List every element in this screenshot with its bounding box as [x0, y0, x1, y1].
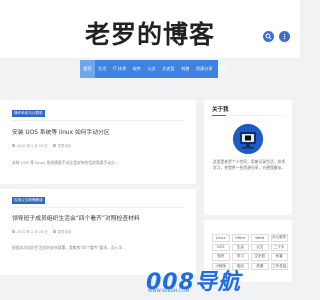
search-button[interactable] [263, 31, 274, 42]
post-meta: 2020 年 2 月 23 日 发表评论 [12, 143, 71, 148]
divider [12, 120, 184, 121]
comment-icon [52, 144, 56, 147]
post-comments-link[interactable]: 发表评论 [58, 143, 72, 148]
tag-item[interactable]: 二十大 [270, 243, 288, 251]
menu-icon [283, 33, 286, 40]
avatar[interactable] [233, 124, 263, 154]
post-comments-link[interactable]: 发表评论 [58, 229, 72, 234]
avatar-image [233, 124, 263, 154]
about-title: 关于我 [212, 107, 229, 113]
main-nav: 首页 生活 IT 技术 软件 公文 文史哲 科普 资源分享 留言 [80, 60, 227, 78]
tag-item[interactable]: 公文 [251, 243, 269, 251]
search-icon [265, 33, 272, 40]
watermark: 008导航 WWW.008DH.COM [146, 264, 296, 296]
post-card: 操作系统与计算机 安装 UOS 系统等 linux 如何手动分区 2020 年 … [0, 100, 196, 184]
tag-item[interactable]: 学习 [231, 253, 249, 261]
tag-item[interactable]: 知识 [212, 253, 230, 261]
post-title[interactable]: 安装 UOS 系统等 linux 如何手动分区 [12, 127, 110, 136]
nav-item-it[interactable]: IT 技术 [110, 60, 130, 78]
tag-item[interactable]: 办公软件 [270, 234, 288, 242]
divider-accent [212, 115, 226, 116]
site-header: 老罗的博客 [0, 0, 300, 58]
post-title[interactable]: 领导班子成员组织生活会“四个看齐”对照检查材料 [12, 213, 140, 222]
post-excerpt: 安装 UOS 等 Linux 系统需要手动全盘安装的话前需要手动分... [12, 160, 119, 165]
post-card: 应用公文政策解读 领导班子成员组织生活会“四个看齐”对照检查材料 2020 年 … [0, 189, 196, 275]
tag-item[interactable]: 文史哲 [251, 253, 269, 261]
post-date: 2020 年 2 月 26 日 [17, 230, 48, 234]
nav-item-home[interactable]: 首页 [80, 60, 95, 78]
watermark-url: WWW.008DH.COM [148, 288, 190, 293]
tag-item[interactable]: 科普 [270, 253, 288, 261]
nav-item-software[interactable]: 软件 [129, 60, 144, 78]
post-date: 2020 年 2 月 23 日 [17, 144, 48, 148]
nav-item-documents[interactable]: 公文 [144, 60, 159, 78]
nav-item-resources[interactable]: 资源分享 [193, 60, 216, 78]
clock-icon [12, 144, 15, 147]
nav-item-science[interactable]: 科普 [178, 60, 193, 78]
tag-item[interactable]: Linux [212, 234, 230, 242]
tag-item[interactable]: Office [231, 234, 249, 242]
comment-icon [52, 230, 56, 233]
site-title[interactable]: 老罗的博客 [0, 20, 300, 50]
tag-item[interactable]: 生活 [231, 243, 249, 251]
post-meta: 2020 年 2 月 26 日 发表评论 [12, 229, 71, 234]
divider [12, 207, 184, 208]
tag-item[interactable]: UOS [212, 243, 230, 251]
about-text: 这里是老罗个人空间，用来记录生活、技术学习，并提供一些资源分享，方便我备存。 [212, 159, 286, 170]
nav-item-guestbook[interactable]: 留言 [216, 60, 231, 78]
post-excerpt: 根据本次组织生活会的安排部署，我聚焦“四个看齐”要求，深入学... [12, 245, 126, 250]
post-category-tag[interactable]: 操作系统与计算机 [12, 110, 45, 117]
tag-item[interactable]: Word [251, 234, 269, 242]
clock-icon [12, 230, 15, 233]
post-category-tag[interactable]: 应用公文政策解读 [12, 197, 45, 204]
about-widget: 关于我 这里是老罗个人空间，用来记录生活、技术学习，并提供一些资源分享，方便我备… [204, 100, 292, 215]
menu-button[interactable] [279, 31, 290, 42]
nav-item-humanities[interactable]: 文史哲 [159, 60, 178, 78]
nav-item-life[interactable]: 生活 [95, 60, 110, 78]
